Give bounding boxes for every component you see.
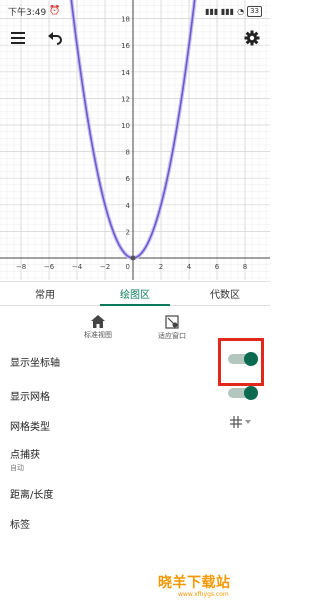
signal-icon: ▮▮▮ ▮▮▮: [205, 6, 235, 16]
undo-icon[interactable]: [44, 27, 66, 49]
y-tick-label: 10: [121, 122, 130, 130]
x-tick-label: −8: [16, 263, 26, 271]
home-icon: [91, 315, 105, 328]
standard-view-label: 标准视图: [84, 331, 112, 339]
tab-graphics[interactable]: 绘图区: [90, 282, 180, 306]
tab-common[interactable]: 常用: [0, 282, 90, 305]
watermark-url: www.xfhygs.com: [178, 591, 229, 598]
labeling-setting[interactable]: 标签: [10, 516, 260, 531]
x-tick-label: 8: [243, 263, 247, 271]
status-time: 下午3:49: [8, 7, 47, 18]
y-tick-label: 16: [121, 42, 130, 50]
grid-type-label: 网格类型: [10, 422, 50, 433]
wifi-icon: ◔: [237, 6, 245, 16]
x-tick-label: −4: [72, 263, 83, 271]
origin-label: 0: [126, 263, 130, 271]
x-tick-label: −2: [100, 263, 110, 271]
graph-canvas[interactable]: −8 −6 −4 −2 2 4 6 8181614121086420: [0, 0, 270, 280]
fit-window-icon: [165, 315, 179, 329]
point-capture-setting[interactable]: 点捕获 自动: [10, 446, 260, 473]
gear-icon[interactable]: [241, 27, 263, 49]
tab-bar: 常用 绘图区 代数区: [0, 282, 270, 306]
y-tick-label: 4: [126, 202, 131, 210]
chevron-down-icon: [245, 420, 251, 424]
x-tick-label: −6: [44, 263, 55, 271]
highlight-box: [218, 338, 264, 386]
y-tick-label: 2: [126, 228, 130, 236]
point-capture-label: 点捕获: [10, 450, 40, 461]
status-bar: 下午3:49 ⏰ ▮▮▮ ▮▮▮ ◔ 33: [0, 0, 270, 22]
standard-view-button[interactable]: 标准视图: [68, 315, 128, 347]
x-tick-label: 4: [187, 263, 192, 271]
watermark-logo: 晓羊下载站: [158, 575, 231, 591]
origin-point: [130, 255, 136, 261]
y-tick-label: 8: [126, 149, 130, 157]
x-tick-label: 6: [215, 263, 220, 271]
y-tick-label: 6: [126, 175, 131, 183]
point-capture-value: 自动: [10, 464, 24, 472]
fit-window-label: 适应窗口: [158, 332, 186, 340]
battery-icon: 33: [247, 5, 262, 17]
fit-window-button[interactable]: 适应窗口: [142, 315, 202, 347]
menu-icon[interactable]: [7, 27, 29, 49]
x-tick-label: 2: [159, 263, 163, 271]
settings-panel: 常用 绘图区 代数区 标准视图 适应窗口: [0, 281, 270, 600]
y-tick-label: 14: [121, 69, 130, 77]
alarm-icon: ⏰: [49, 6, 61, 16]
tab-algebra[interactable]: 代数区: [180, 282, 270, 305]
grid-type-select[interactable]: [230, 416, 251, 428]
y-tick-label: 12: [121, 95, 130, 103]
distance-setting[interactable]: 距离/长度: [10, 486, 260, 501]
show-grid-toggle[interactable]: [226, 386, 258, 400]
show-grid-label: 显示网格: [10, 392, 50, 403]
graph-view[interactable]: −8 −6 −4 −2 2 4 6 8 18 16 14 12 10 8 6 4 2 0: [0, 0, 270, 280]
grid-icon: [230, 416, 242, 428]
